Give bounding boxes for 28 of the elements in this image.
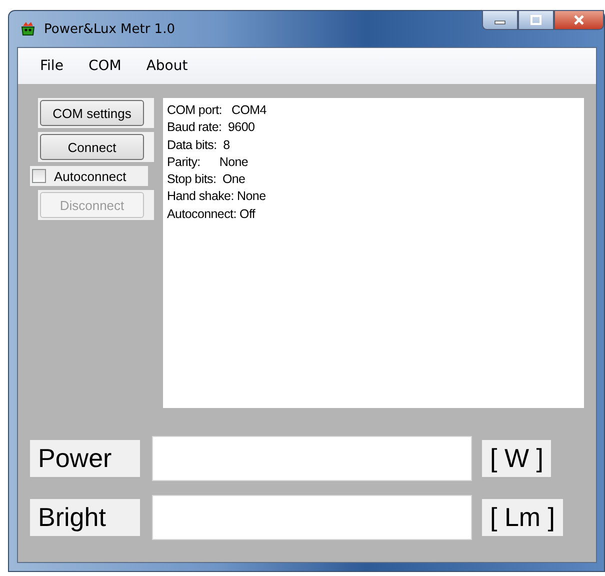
info-line: Autoconnect: Off — [167, 206, 256, 223]
unit-label: [ W ] — [482, 440, 552, 477]
app-icon — [20, 21, 36, 37]
info-line: Baud rate: 9600 — [167, 119, 256, 136]
menu-item[interactable]: COM — [88, 58, 122, 74]
reading-field[interactable] — [152, 495, 472, 540]
window-title: Power&Lux Metr 1.0 — [44, 22, 175, 36]
reading-field[interactable] — [152, 436, 472, 481]
autoconnect-checkbox[interactable]: Autoconnect — [30, 166, 148, 186]
info-line: Stop bits: One — [167, 171, 246, 188]
close-button[interactable] — [554, 10, 604, 30]
menu-item[interactable]: About — [146, 58, 188, 74]
command-button[interactable]: Connect — [40, 134, 144, 160]
reading-label: Power — [30, 440, 140, 477]
close-icon — [573, 15, 585, 25]
info-line: Data bits: 8 — [167, 136, 231, 154]
info-line: Parity: None — [167, 154, 250, 171]
status-text-area[interactable]: COM port: COM4 Baud rate: 9600 Data bits: 8 Parity: None Stop bits: One Hand shake: None Autoconnect: Off — [163, 98, 584, 408]
info-line: COM port: COM4 — [167, 102, 268, 119]
reading-label: Bright — [30, 499, 140, 536]
command-button[interactable]: COM settings — [40, 100, 144, 126]
checkbox-label: Autoconnect — [54, 168, 126, 184]
minimize-button[interactable] — [482, 10, 518, 30]
menu-item[interactable]: File — [40, 58, 64, 74]
maximize-icon — [530, 15, 542, 25]
maximize-button[interactable] — [518, 10, 554, 30]
info-line: Hand shake: None — [167, 188, 267, 206]
unit-label: [ Lm ] — [482, 499, 564, 536]
